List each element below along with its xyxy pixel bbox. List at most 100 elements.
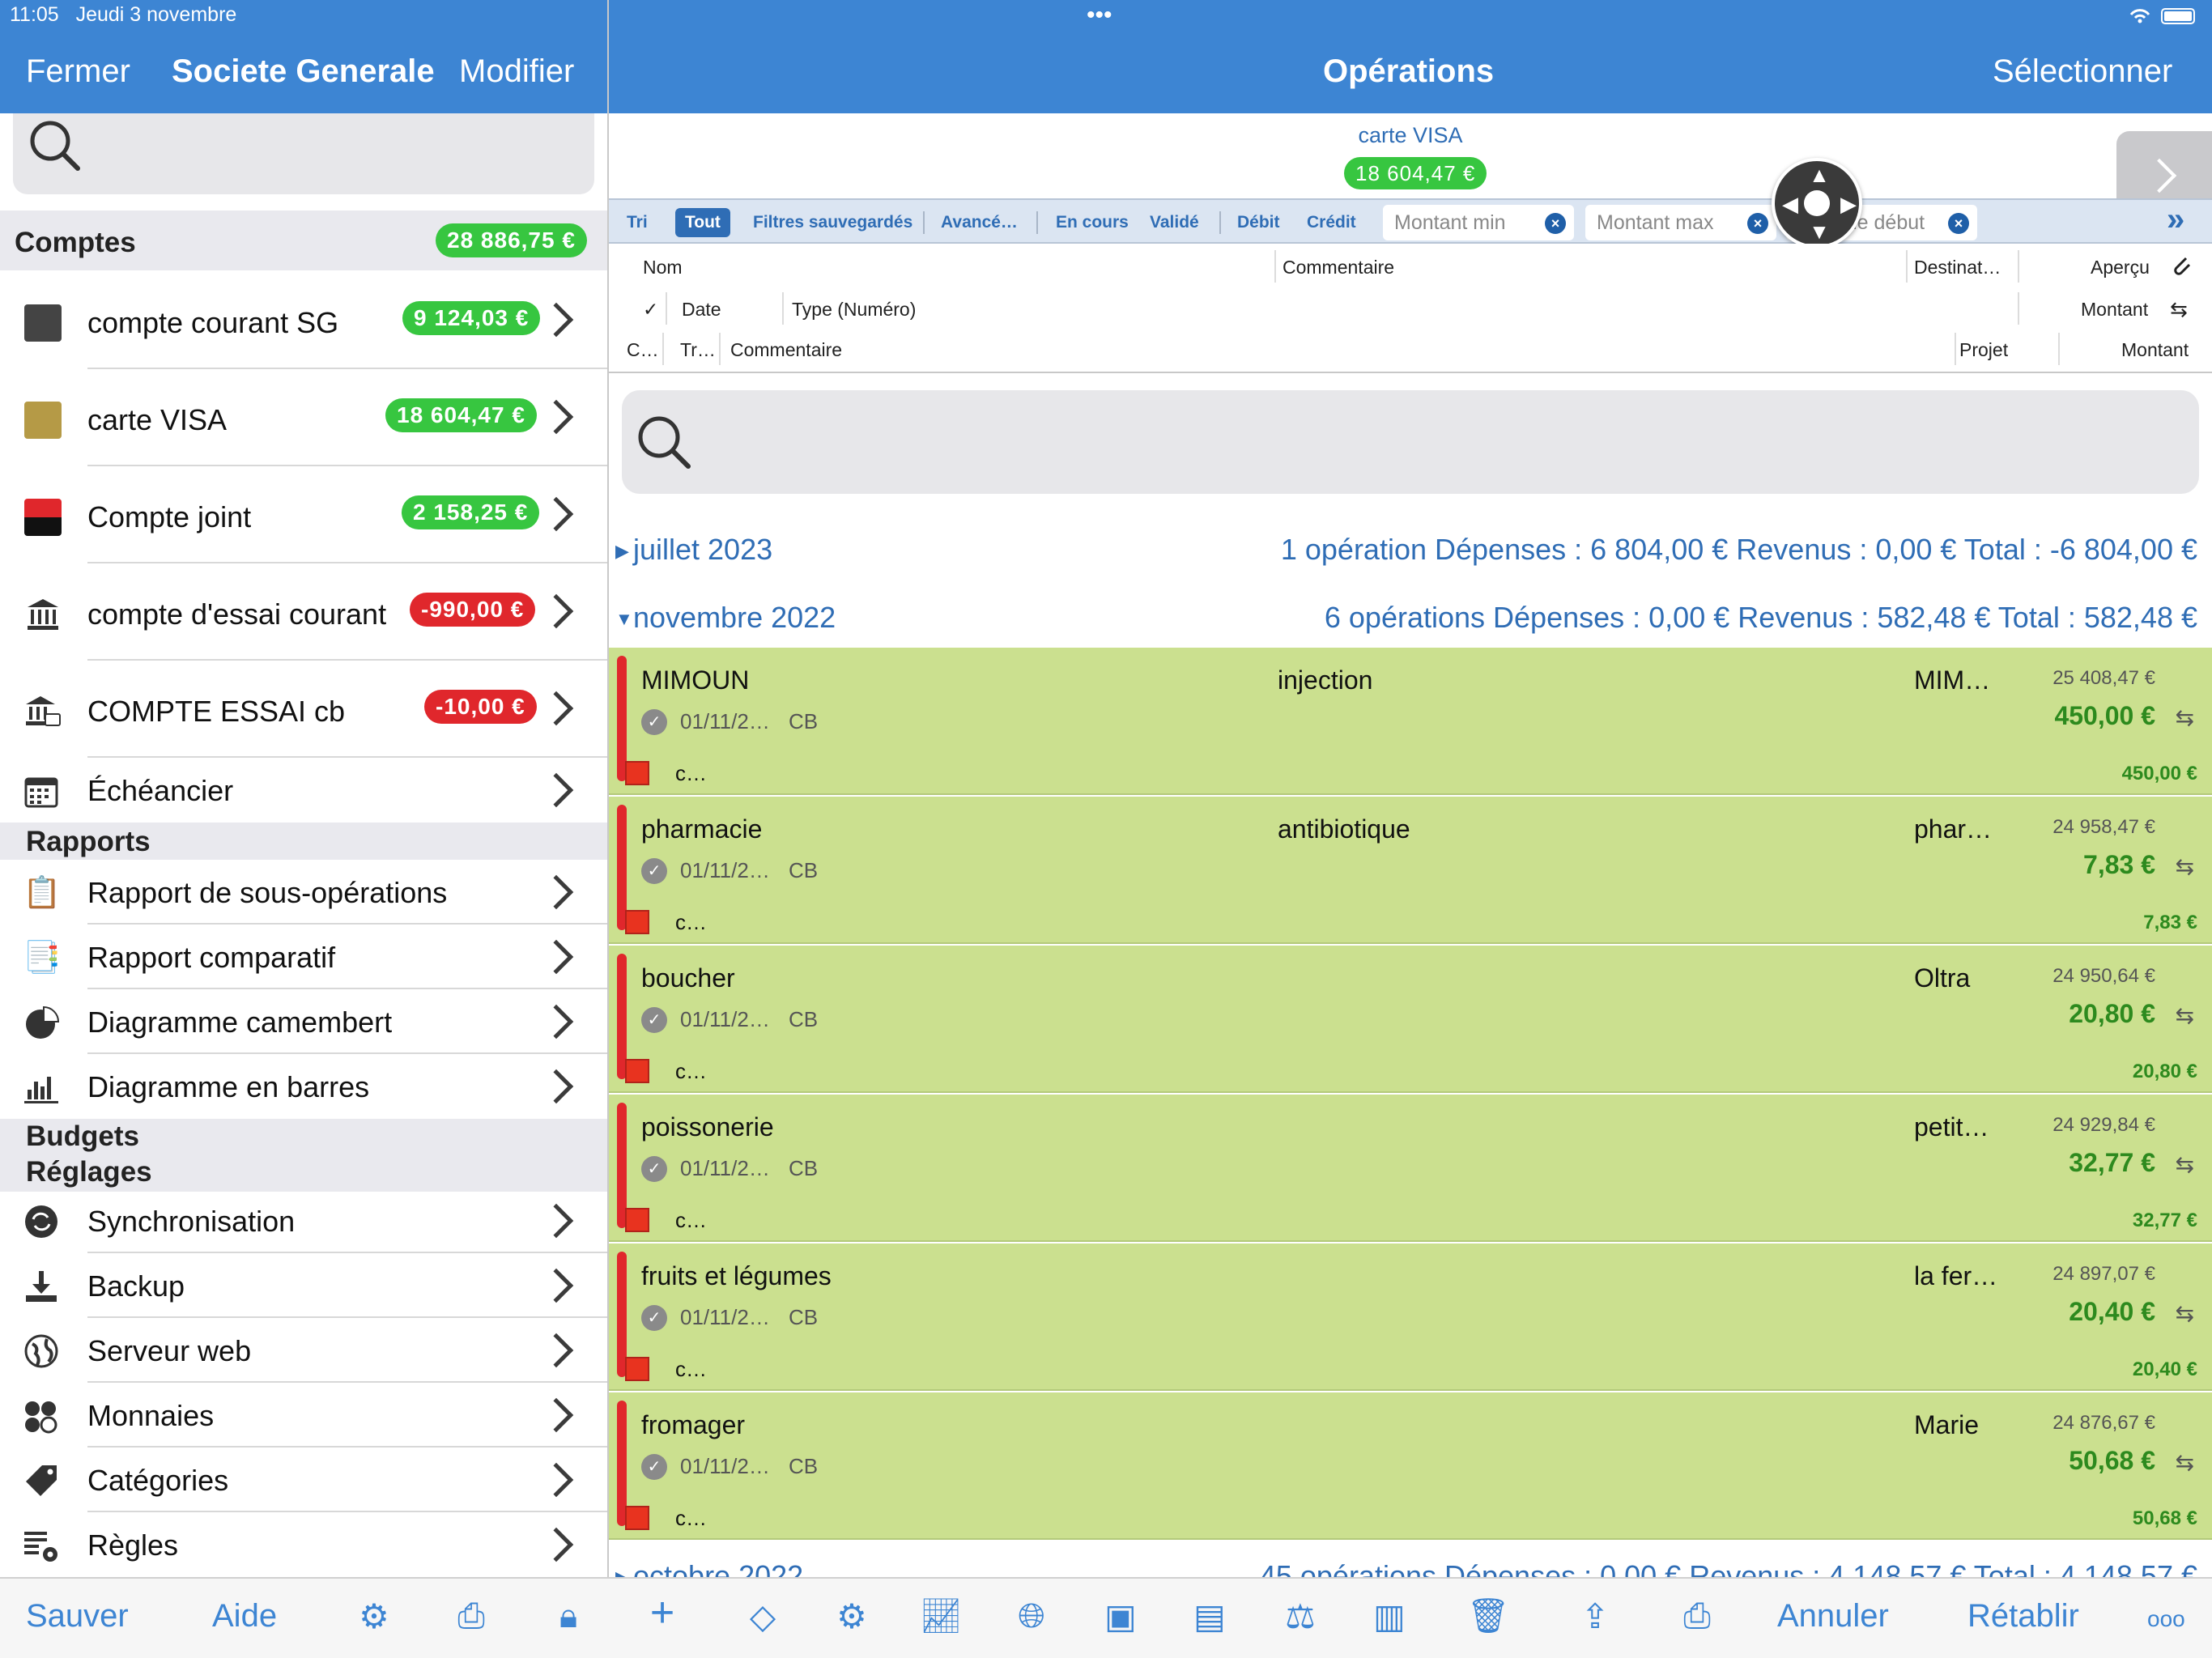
validated-check-icon[interactable]: ✓ xyxy=(641,1305,667,1331)
col-sub-amount[interactable]: Montant xyxy=(2121,339,2189,361)
clipboard-icon: 📑 xyxy=(23,941,62,975)
operation-date: 01/11/2… xyxy=(680,858,770,882)
split-amount: 50,68 € xyxy=(2132,1507,2197,1529)
trash-icon[interactable]: 🗑︎ xyxy=(1464,1596,1512,1636)
undo-button[interactable]: Annuler xyxy=(1777,1598,1889,1635)
operation-date: 01/11/2… xyxy=(680,1156,770,1180)
account-photo-icon xyxy=(24,304,62,342)
chip-pending[interactable]: En cours xyxy=(1046,208,1138,237)
account-row-1[interactable]: carte VISA 18 604,47 € xyxy=(0,369,607,466)
share-icon[interactable]: ⇪ xyxy=(1571,1596,1619,1636)
clear-icon[interactable]: × xyxy=(1948,213,1969,234)
statement-icon[interactable]: ▤ xyxy=(1185,1596,1234,1636)
help-button[interactable]: Aide xyxy=(212,1598,277,1635)
sidebar-item-sync[interactable]: Synchronisation xyxy=(0,1188,607,1253)
operation-row[interactable]: fruits et légumes la fer… 24 897,07 € 20,40… xyxy=(609,1244,2212,1391)
account-row-0[interactable]: compte courant SG 9 124,03 € xyxy=(0,272,607,369)
sidebar-item-backup[interactable]: Backup xyxy=(0,1253,607,1318)
group-header-july-2023[interactable]: ▶ juillet 2023 1 opération Dépenses : 6 … xyxy=(609,518,2212,575)
col-transfer[interactable]: Tr… xyxy=(680,339,716,361)
sidebar-item-web-server[interactable]: Serveur web xyxy=(0,1318,607,1383)
sidebar-item-currencies[interactable]: Monnaies xyxy=(0,1383,607,1448)
chip-all[interactable]: Tout xyxy=(675,208,730,237)
download-icon xyxy=(26,1271,57,1302)
operation-row[interactable]: boucher Oltra 24 950,64 € 20,80 € ⇆ ✓ 01/11/2…… xyxy=(609,946,2212,1093)
operation-row[interactable]: MIMOUN injection MIM… 25 408,47 € 450,00 € ⇆ ✓… xyxy=(609,648,2212,795)
sidebar-item-bar-chart[interactable]: Diagramme en barres xyxy=(0,1054,607,1119)
sidebar-item-categories[interactable]: Catégories xyxy=(0,1448,607,1512)
col-project[interactable]: Projet xyxy=(1959,339,2008,361)
min-amount-input[interactable]: Montant min × xyxy=(1383,205,1574,240)
sidebar-item-comparative-report[interactable]: 📑 Rapport comparatif xyxy=(0,925,607,989)
more-filters-icon[interactable]: » xyxy=(2167,202,2184,238)
chip-saved-filters[interactable]: Filtres sauvegardés xyxy=(743,208,922,237)
category-color-icon xyxy=(625,1059,649,1083)
validated-check-icon[interactable]: ✓ xyxy=(641,709,667,735)
more-icon[interactable]: ooo xyxy=(2147,1606,2185,1632)
col-amount[interactable]: Montant xyxy=(2081,299,2148,321)
select-button[interactable]: Sélectionner xyxy=(1993,53,2172,90)
sort-icon[interactable]: ◇ xyxy=(738,1596,787,1636)
accounts-section-header: Comptes 28 886,75 € xyxy=(0,210,607,270)
chip-advanced[interactable]: Avancé… xyxy=(931,208,1027,237)
move-handle[interactable]: ▲ ▼ ◀ ▶ xyxy=(1772,158,1862,249)
account-row-4[interactable]: COMPTE ESSAI cb -10,00 € xyxy=(0,661,607,758)
validated-check-icon[interactable]: ✓ xyxy=(641,1156,667,1182)
col-sub-comment[interactable]: Commentaire xyxy=(730,339,842,361)
chip-validated[interactable]: Validé xyxy=(1140,208,1209,237)
group-header-november-2022[interactable]: ▼ novembre 2022 6 opérations Dépenses : … xyxy=(609,586,2212,643)
chevron-right-icon xyxy=(2142,158,2177,193)
chip-debit[interactable]: Débit xyxy=(1227,208,1290,237)
clear-icon[interactable]: × xyxy=(1545,213,1566,234)
add-icon[interactable]: + xyxy=(638,1588,687,1637)
bar-chart-icon[interactable]: ▥ xyxy=(1365,1596,1414,1636)
operations-search-input[interactable] xyxy=(622,390,2199,494)
sidebar-item-rules[interactable]: Règles xyxy=(0,1512,607,1577)
operation-row[interactable]: fromager Marie 24 876,67 € 50,68 € ⇆ ✓ 01/11/2… xyxy=(609,1392,2212,1540)
operation-row[interactable]: pharmacie antibiotique phar… 24 958,47 € 7,8… xyxy=(609,797,2212,944)
print-icon[interactable]: ⎙ xyxy=(447,1596,496,1636)
chip-credit[interactable]: Crédit xyxy=(1297,208,1366,237)
sidebar-search-input[interactable] xyxy=(13,113,594,194)
line-chart-icon[interactable]: 📈︎ xyxy=(917,1596,965,1636)
operation-destination: phar… xyxy=(1914,814,1993,844)
add-currency-icon[interactable]: ▣ xyxy=(1096,1596,1145,1636)
sidebar-item-echeancier[interactable]: Échéancier xyxy=(0,758,607,823)
redo-button[interactable]: Rétablir xyxy=(1967,1598,2079,1635)
col-name[interactable]: Nom xyxy=(643,257,683,278)
gear-icon[interactable]: ⚙ xyxy=(827,1596,876,1636)
col-destination[interactable]: Destinat… xyxy=(1914,257,2001,278)
col-check[interactable]: ✓ xyxy=(643,299,658,321)
account-row-2[interactable]: Compte joint 2 158,25 € xyxy=(0,466,607,563)
operation-date: 01/11/2… xyxy=(680,709,770,733)
print-icon[interactable]: ⎙ xyxy=(1673,1596,1721,1636)
lock-icon[interactable]: 🔒︎ xyxy=(544,1596,593,1636)
account-row-3[interactable]: compte d'essai courant -990,00 € xyxy=(0,563,607,661)
operation-destination: la fer… xyxy=(1914,1261,1998,1290)
paperclip-icon xyxy=(2174,257,2191,275)
validated-check-icon[interactable]: ✓ xyxy=(641,1007,667,1033)
operation-row[interactable]: poissonerie petit… 24 929,84 € 32,77 € ⇆ ✓ 01/… xyxy=(609,1095,2212,1242)
chip-sort[interactable]: Tri xyxy=(617,208,657,237)
settings-gear-icon[interactable]: ⚙ xyxy=(350,1596,398,1636)
sidebar-item-pie-chart[interactable]: Diagramme camembert xyxy=(0,989,607,1054)
save-button[interactable]: Sauver xyxy=(26,1598,129,1635)
close-button[interactable]: Fermer xyxy=(26,53,130,90)
validated-check-icon[interactable]: ✓ xyxy=(641,858,667,884)
category-color-icon xyxy=(625,1506,649,1530)
clear-icon[interactable]: × xyxy=(1747,213,1768,234)
globe-icon[interactable]: 🌐︎ xyxy=(1007,1596,1056,1636)
compare-icon[interactable]: ⚖ xyxy=(1276,1596,1325,1636)
col-type[interactable]: Type (Numéro) xyxy=(792,299,916,321)
max-amount-input[interactable]: Montant max × xyxy=(1585,205,1776,240)
edit-button[interactable]: Modifier xyxy=(459,53,574,90)
group-header-october-2022[interactable]: ▶ octobre 2022 45 opérations Dépenses : … xyxy=(609,1545,2212,1577)
validated-check-icon[interactable]: ✓ xyxy=(641,1454,667,1480)
col-date[interactable]: Date xyxy=(682,299,721,321)
multitask-dots[interactable]: ••• xyxy=(1087,2,1112,29)
col-preview[interactable]: Aperçu xyxy=(2091,257,2150,278)
sidebar-item-sub-report[interactable]: 📋 Rapport de sous-opérations xyxy=(0,860,607,925)
running-balance: 24 876,67 € xyxy=(2052,1412,2155,1434)
col-category[interactable]: C… xyxy=(627,339,659,361)
col-comment[interactable]: Commentaire xyxy=(1283,257,1394,278)
